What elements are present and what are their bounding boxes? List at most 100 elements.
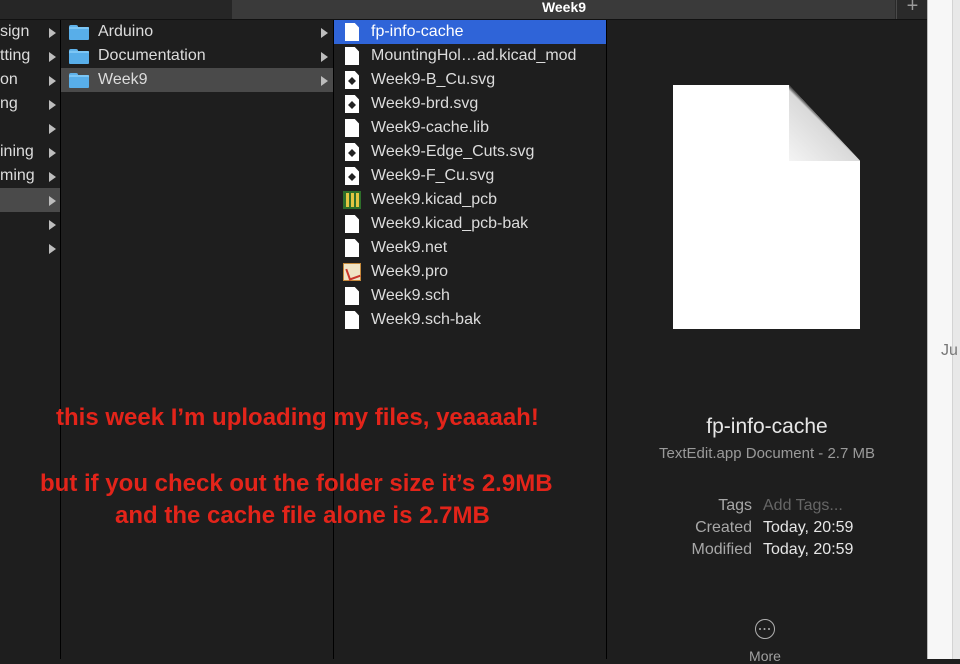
folder-icon: [69, 73, 89, 88]
modified-label: Modified: [691, 541, 752, 558]
annotation-line-3: and the cache file alone is 2.7MB: [115, 502, 490, 529]
disclosure-arrow-icon: [321, 76, 328, 86]
background-window-edge: Ju: [927, 0, 960, 659]
document-icon: [345, 23, 359, 41]
tab-week9[interactable]: Week9: [233, 0, 895, 19]
background-window-text: Ju: [941, 342, 958, 359]
file-item-label: Week9.sch: [371, 287, 450, 304]
list-item-label: ng: [0, 95, 18, 112]
list-item[interactable]: ng: [0, 92, 60, 116]
folder-icon: [69, 25, 89, 40]
list-item[interactable]: ming: [0, 164, 60, 188]
tab-inactive[interactable]: [0, 0, 233, 19]
document-icon: [345, 47, 359, 65]
file-item[interactable]: Week9-cache.lib: [334, 116, 606, 140]
document-preview-icon: [673, 85, 860, 329]
document-icon: [345, 311, 359, 329]
file-item[interactable]: Week9-Edge_Cuts.svg: [334, 140, 606, 164]
file-item[interactable]: Week9-F_Cu.svg: [334, 164, 606, 188]
list-item[interactable]: ining: [0, 140, 60, 164]
file-item[interactable]: Week9-B_Cu.svg: [334, 68, 606, 92]
tab-bar: Week9 +: [0, 0, 927, 20]
background-window-sidebar: [928, 0, 953, 659]
disclosure-arrow-icon: [49, 244, 56, 254]
list-item-label: ming: [0, 167, 35, 184]
disclosure-arrow-icon: [49, 52, 56, 62]
svg-document-icon: [345, 95, 359, 113]
new-tab-button[interactable]: +: [896, 0, 928, 19]
folder-icon: [69, 49, 89, 64]
file-item-selected[interactable]: fp-info-cache: [334, 20, 606, 44]
disclosure-arrow-icon: [49, 124, 56, 134]
disclosure-arrow-icon: [49, 28, 56, 38]
column-parent: sign tting on ng ining ming: [0, 20, 61, 659]
file-item-label: Week9-B_Cu.svg: [371, 71, 496, 88]
created-row: Created Today, 20:59: [607, 519, 927, 541]
file-item[interactable]: MountingHol…ad.kicad_mod: [334, 44, 606, 68]
file-item-label: Week9.kicad_pcb: [371, 191, 497, 208]
file-item-label: Week9.pro: [371, 263, 449, 280]
disclosure-arrow-icon: [49, 76, 56, 86]
tags-row: Tags Add Tags...: [607, 497, 927, 519]
list-item-label: ining: [0, 143, 34, 160]
list-item[interactable]: on: [0, 68, 60, 92]
disclosure-arrow-icon: [321, 28, 328, 38]
preview-file-kind: TextEdit.app Document - 2.7 MB: [659, 445, 875, 462]
kicad-pcb-icon: [343, 191, 361, 209]
list-item-selected[interactable]: [0, 188, 60, 212]
file-item-label: fp-info-cache: [371, 23, 464, 40]
folder-item-documentation[interactable]: Documentation: [61, 44, 333, 68]
list-item[interactable]: tting: [0, 44, 60, 68]
folder-item-label: Arduino: [98, 23, 154, 40]
file-item[interactable]: Week9.net: [334, 236, 606, 260]
disclosure-arrow-icon: [321, 52, 328, 62]
file-item-label: Week9-cache.lib: [371, 119, 489, 136]
disclosure-arrow-icon: [49, 172, 56, 182]
svg-document-icon: [345, 167, 359, 185]
modified-value: Today, 20:59: [763, 541, 854, 558]
folder-item-label: Documentation: [98, 47, 206, 64]
list-item[interactable]: sign: [0, 20, 60, 44]
list-item[interactable]: [0, 212, 60, 236]
list-item-label: sign: [0, 23, 30, 40]
file-item-label: Week9-Edge_Cuts.svg: [371, 143, 535, 160]
file-item-label: Week9-brd.svg: [371, 95, 479, 112]
document-icon: [345, 239, 359, 257]
created-value: Today, 20:59: [763, 519, 854, 536]
file-item[interactable]: Week9.sch: [334, 284, 606, 308]
document-icon: [345, 215, 359, 233]
folder-item-week9[interactable]: Week9: [61, 68, 333, 92]
file-item[interactable]: Week9.sch-bak: [334, 308, 606, 332]
svg-document-icon: [345, 143, 359, 161]
list-item[interactable]: [0, 236, 60, 260]
document-icon: [345, 119, 359, 137]
folder-item-arduino[interactable]: Arduino: [61, 20, 333, 44]
file-item[interactable]: Week9.kicad_pcb: [334, 188, 606, 212]
more-icon[interactable]: [755, 619, 775, 639]
list-item-label: tting: [0, 47, 31, 64]
file-item[interactable]: Week9.pro: [334, 260, 606, 284]
file-item-label: Week9.kicad_pcb-bak: [371, 215, 529, 232]
annotation-line-2: but if you check out the folder size it’…: [40, 470, 553, 497]
disclosure-arrow-icon: [49, 196, 56, 206]
folder-item-label: Week9: [98, 71, 148, 88]
annotation-line-1: this week I’m uploading my files, yeaaaa…: [56, 404, 539, 431]
tags-label: Tags: [718, 497, 752, 514]
file-item-label: MountingHol…ad.kicad_mod: [371, 47, 577, 64]
add-tags-field[interactable]: Add Tags...: [763, 497, 843, 515]
file-item-label: Week9.net: [371, 239, 448, 256]
file-item[interactable]: Week9-brd.svg: [334, 92, 606, 116]
column-folders: Arduino Documentation Week9: [61, 20, 334, 659]
disclosure-arrow-icon: [49, 148, 56, 158]
created-label: Created: [695, 519, 752, 536]
disclosure-arrow-icon: [49, 100, 56, 110]
document-icon: [345, 287, 359, 305]
kicad-project-icon: [343, 263, 361, 281]
file-item[interactable]: Week9.kicad_pcb-bak: [334, 212, 606, 236]
file-item-label: Week9-F_Cu.svg: [371, 167, 495, 184]
list-item[interactable]: [0, 116, 60, 140]
disclosure-arrow-icon: [49, 220, 56, 230]
list-item-label: on: [0, 71, 18, 88]
more-label[interactable]: More: [607, 648, 923, 664]
preview-file-name: fp-info-cache: [706, 415, 828, 438]
